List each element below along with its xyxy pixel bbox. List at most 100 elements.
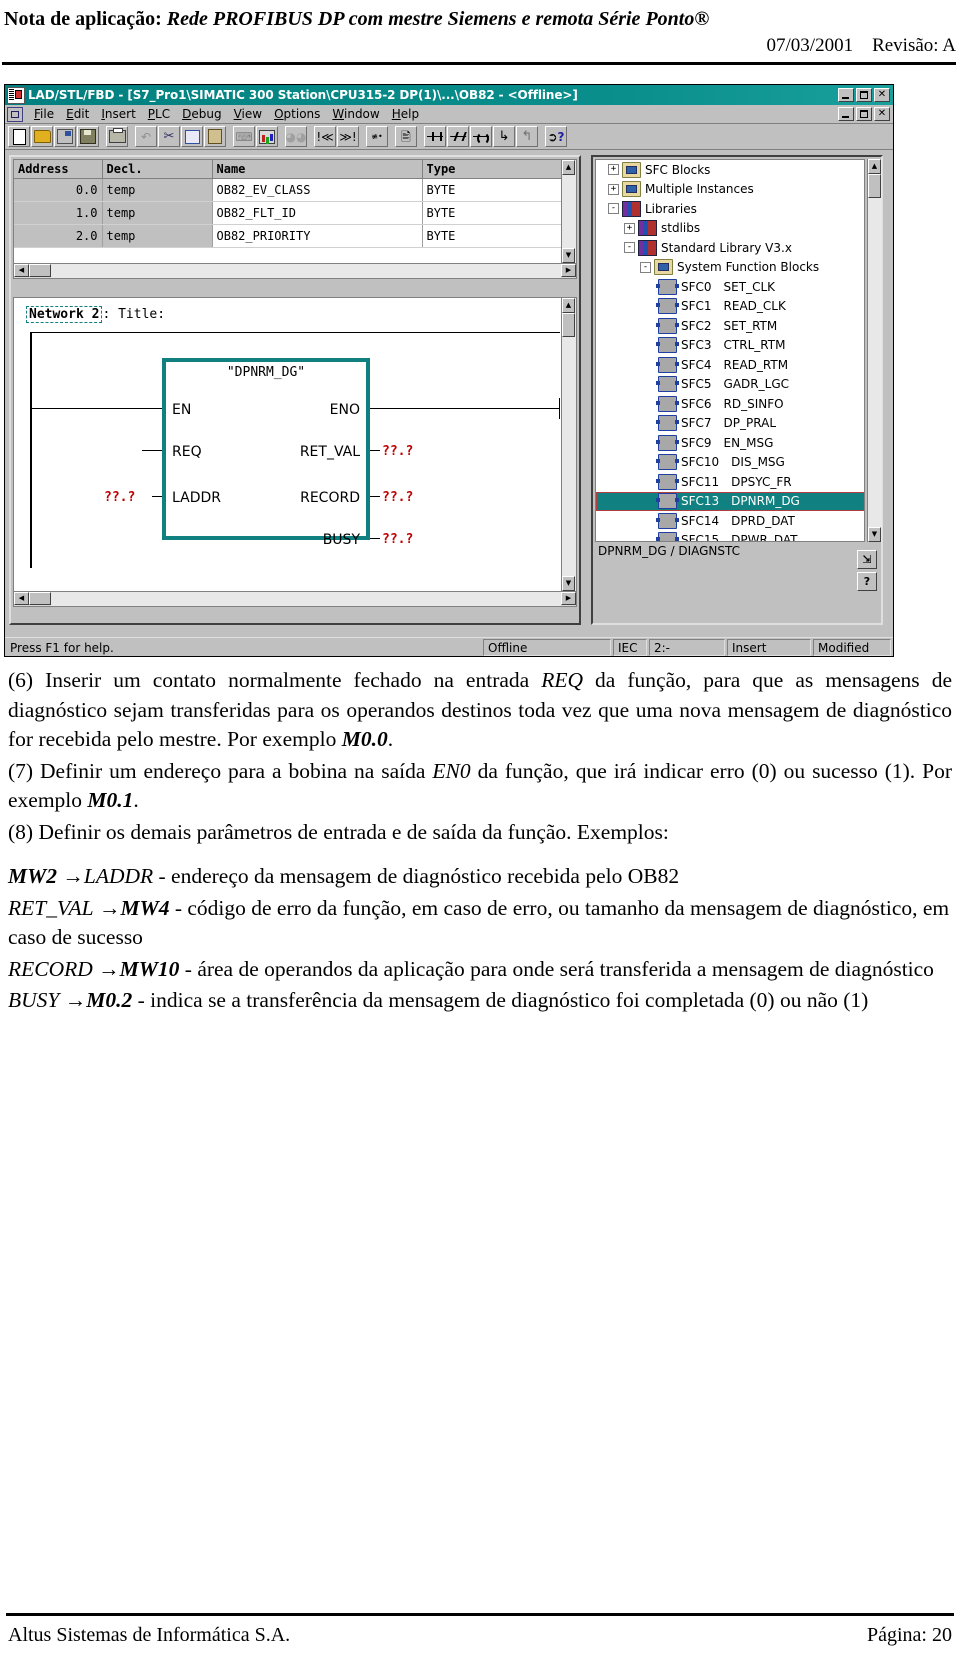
scroll-thumb[interactable] <box>29 264 51 277</box>
tree-node-sfc15[interactable]: SFC15 DPWR_DAT <box>596 531 864 541</box>
network-save-icon[interactable] <box>54 126 76 147</box>
menu-help[interactable]: Help <box>386 106 425 122</box>
branch-open-icon[interactable]: ↳ <box>493 126 515 147</box>
cell-address[interactable]: 0.0 <box>14 178 103 202</box>
download-plc-icon[interactable]: ⌨ <box>233 126 255 147</box>
pin-laddr[interactable]: LADDR <box>172 490 221 506</box>
table-row[interactable]: 0.0 temp OB82_EV_CLASS BYTE <box>14 178 563 202</box>
copy-icon[interactable] <box>181 126 203 147</box>
operand-retval-placeholder[interactable]: ??.? <box>382 444 413 459</box>
scroll-right-arrow[interactable]: ▶ <box>561 592 576 605</box>
menu-debug[interactable]: Debug <box>176 106 227 122</box>
tree-node-sfc2[interactable]: SFC2 SET_RTM <box>596 316 864 336</box>
new-document-icon[interactable] <box>8 126 30 147</box>
menu-edit[interactable]: Edit <box>60 106 95 122</box>
tree-node-sfc13-selected[interactable]: SFC13 DPNRM_DG <box>596 491 864 511</box>
tree-node-sfc9[interactable]: SFC9 EN_MSG <box>596 433 864 453</box>
menu-plc[interactable]: PLC <box>142 106 176 122</box>
tree-node-sfc-blocks[interactable]: + SFC Blocks <box>596 160 864 180</box>
tree-vertical-scrollbar[interactable]: ▲ ▼ <box>867 159 882 542</box>
cell-decl[interactable]: temp <box>102 178 213 202</box>
program-elements-tree[interactable]: + SFC Blocks + Multiple Instances - Libr… <box>595 159 865 542</box>
pin-ret-val[interactable]: RET_VAL <box>300 444 360 460</box>
undo-icon[interactable]: ↶ <box>135 126 157 147</box>
pin-req[interactable]: REQ <box>172 444 202 460</box>
network-selected-label[interactable]: Network 2 <box>26 306 103 323</box>
tree-node-sfc14[interactable]: SFC14 DPRD_DAT <box>596 511 864 531</box>
expander-icon[interactable]: + <box>624 222 635 234</box>
ladder-horizontal-scrollbar[interactable]: ◀ ▶ <box>14 591 576 606</box>
scroll-thumb[interactable] <box>29 592 51 605</box>
cell-address[interactable]: 2.0 <box>14 224 103 248</box>
scroll-track[interactable] <box>562 175 576 248</box>
tree-node-libraries[interactable]: - Libraries <box>596 199 864 219</box>
branch-close-icon[interactable]: ↰ <box>516 126 538 147</box>
operand-record-placeholder[interactable]: ??.? <box>382 490 413 505</box>
pin-eno[interactable]: ENO <box>330 402 360 418</box>
save-icon[interactable] <box>77 126 99 147</box>
scroll-track[interactable] <box>51 592 561 606</box>
pin-record[interactable]: RECORD <box>300 490 360 506</box>
cut-scissors-icon[interactable]: ✂ <box>158 126 180 147</box>
cell-decl[interactable]: temp <box>102 201 213 225</box>
menu-window[interactable]: Window <box>326 106 385 122</box>
cell-address[interactable]: 1.0 <box>14 201 103 225</box>
tree-node-sfc5[interactable]: SFC5 GADR_LGC <box>596 375 864 395</box>
scroll-up-arrow[interactable]: ▲ <box>868 159 881 174</box>
no-contact-icon[interactable] <box>424 126 446 147</box>
pin-busy[interactable]: BUSY <box>323 532 360 548</box>
print-icon[interactable] <box>106 126 128 147</box>
glasses-monitor-icon[interactable]: ◕◕ <box>285 126 307 147</box>
tree-node-sfc7[interactable]: SFC7 DP_PRAL <box>596 414 864 434</box>
scroll-track[interactable] <box>562 337 576 576</box>
go-next-error-icon[interactable]: ≫! <box>337 126 359 147</box>
document-control-icon[interactable] <box>7 106 23 122</box>
mdi-restore-button[interactable] <box>856 107 872 121</box>
tree-node-system-function-blocks[interactable]: - System Function Blocks <box>596 258 864 278</box>
go-previous-error-icon[interactable]: !≪ <box>314 126 336 147</box>
tree-node-sfc1[interactable]: SFC1 READ_CLK <box>596 297 864 317</box>
menu-insert[interactable]: Insert <box>95 106 141 122</box>
block-properties-icon[interactable]: 🖹 <box>395 126 417 147</box>
coil-icon[interactable] <box>470 126 492 147</box>
expander-icon[interactable]: - <box>624 242 635 254</box>
tree-node-sfc11[interactable]: SFC11 DPSYC_FR <box>596 472 864 492</box>
cell-decl[interactable]: temp <box>102 224 213 248</box>
dpnrm-dg-function-block[interactable]: "DPNRM_DG" EN REQ LADDR ENO RET_VAL RECO… <box>162 358 370 548</box>
tree-node-stdlibs[interactable]: + stdlibs <box>596 219 864 239</box>
ladder-editor-pane[interactable]: Network 2: Title: "DPNRM_DG" EN REQ LADD… <box>13 297 577 607</box>
menu-options[interactable]: Options <box>268 106 326 122</box>
tree-node-sfc3[interactable]: SFC3 CTRL_RTM <box>596 336 864 356</box>
declaration-horizontal-scrollbar[interactable]: ◀ ▶ <box>14 263 576 278</box>
new-symbol-button[interactable]: ⇲ <box>857 550 877 569</box>
symbol-table-icon[interactable]: ≢• <box>366 126 388 147</box>
scroll-down-arrow[interactable]: ▼ <box>868 527 881 542</box>
table-row[interactable]: 2.0 temp OB82_PRIORITY BYTE <box>14 224 563 248</box>
table-row[interactable]: 1.0 temp OB82_FLT_ID BYTE <box>14 201 563 225</box>
scroll-track[interactable] <box>868 198 882 527</box>
scroll-down-arrow[interactable]: ▼ <box>562 248 575 263</box>
maximize-button[interactable] <box>856 88 872 102</box>
pin-en[interactable]: EN <box>172 402 191 418</box>
cell-type[interactable]: BYTE <box>422 201 563 225</box>
tree-node-sfc0[interactable]: SFC0 SET_CLK <box>596 277 864 297</box>
expander-icon[interactable]: + <box>608 183 619 195</box>
scroll-up-arrow[interactable]: ▲ <box>562 160 575 175</box>
menu-view[interactable]: View <box>228 106 268 122</box>
ladder-vertical-scrollbar[interactable]: ▲ ▼ <box>561 298 576 591</box>
tree-node-multiple-instances[interactable]: + Multiple Instances <box>596 180 864 200</box>
open-folder-icon[interactable] <box>31 126 53 147</box>
cell-name[interactable]: OB82_FLT_ID <box>212 201 423 225</box>
menu-file[interactable]: File <box>28 106 60 122</box>
scroll-thumb[interactable] <box>868 174 881 198</box>
cell-name[interactable]: OB82_EV_CLASS <box>212 178 423 202</box>
scroll-up-arrow[interactable]: ▲ <box>562 298 575 313</box>
tree-node-sfc6[interactable]: SFC6 RD_SINFO <box>596 394 864 414</box>
scroll-left-arrow[interactable]: ◀ <box>14 592 29 605</box>
scroll-down-arrow[interactable]: ▼ <box>562 576 575 591</box>
expander-icon[interactable]: - <box>640 261 651 273</box>
nc-contact-icon[interactable] <box>447 126 469 147</box>
monitor-chart-icon[interactable] <box>256 126 278 147</box>
tree-node-standard-library[interactable]: - Standard Library V3.x <box>596 238 864 258</box>
cell-name[interactable]: OB82_PRIORITY <box>212 224 423 248</box>
